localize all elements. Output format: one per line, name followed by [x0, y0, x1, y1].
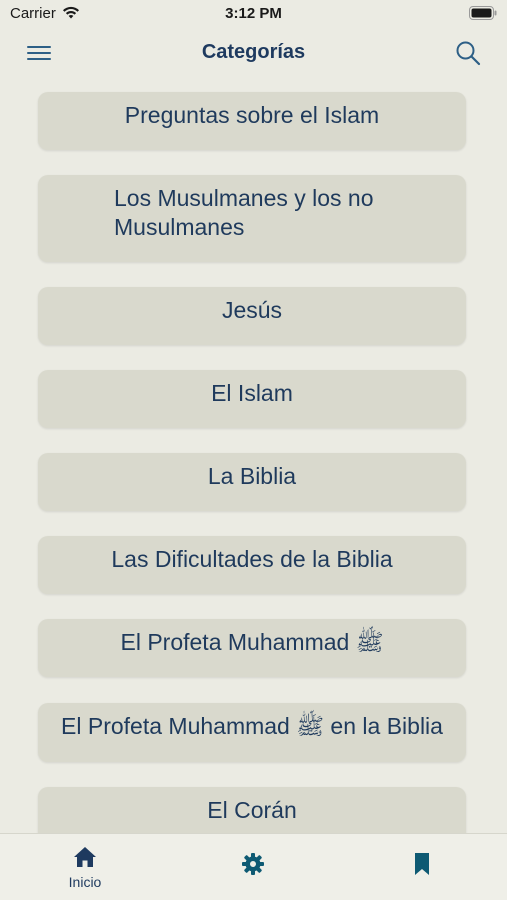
category-label: Los Musulmanes y los no Musulmanes — [114, 184, 374, 240]
app-screen: Carrier 3:12 PM Categorías Preguntas sob… — [0, 0, 507, 900]
clock-time: 3:12 PM — [225, 5, 282, 22]
search-icon[interactable] — [453, 38, 483, 68]
battery-icon — [469, 6, 497, 20]
category-label: El Islam — [211, 379, 293, 406]
category-label: Preguntas sobre el Islam — [124, 101, 380, 128]
category-label: El Profeta Muhammad ﷺ en la Biblia — [61, 713, 443, 739]
category-label: Jesús — [221, 296, 283, 323]
category-item-coran[interactable]: El Corán — [38, 787, 466, 834]
category-item-musulmanes[interactable]: Los Musulmanes y los no Musulmanes — [38, 175, 466, 262]
category-item-profeta-biblia[interactable]: El Profeta Muhammad ﷺ en la Biblia — [38, 703, 466, 762]
tab-bar: Inicio — [0, 833, 507, 900]
category-item-dificultades[interactable]: Las Dificultades de la Biblia — [38, 536, 466, 594]
category-label: El Corán — [207, 796, 297, 823]
navigation-bar: Categorías — [0, 30, 507, 76]
category-item-jesus[interactable]: Jesús — [38, 287, 466, 345]
home-icon — [74, 847, 96, 867]
gear-icon — [242, 853, 264, 875]
tab-bookmarks[interactable] — [382, 834, 462, 900]
category-label: Las Dificultades de la Biblia — [111, 545, 393, 572]
category-item-profeta[interactable]: El Profeta Muhammad ﷺ — [38, 619, 466, 677]
category-label: La Biblia — [207, 462, 297, 489]
category-list[interactable]: Preguntas sobre el Islam Los Musulmanes … — [0, 76, 507, 834]
tab-settings[interactable] — [213, 834, 293, 900]
category-item-islam[interactable]: El Islam — [38, 370, 466, 428]
category-label: El Profeta Muhammad ﷺ — [120, 628, 384, 655]
hamburger-menu-icon[interactable] — [24, 40, 54, 66]
page-title: Categorías — [201, 41, 306, 63]
category-item-biblia[interactable]: La Biblia — [38, 453, 466, 511]
tab-home[interactable]: Inicio — [45, 834, 125, 900]
status-bar: Carrier 3:12 PM — [0, 0, 507, 28]
category-item-preguntas[interactable]: Preguntas sobre el Islam — [38, 92, 466, 150]
bookmark-icon — [415, 853, 429, 875]
tab-home-label: Inicio — [68, 874, 102, 890]
